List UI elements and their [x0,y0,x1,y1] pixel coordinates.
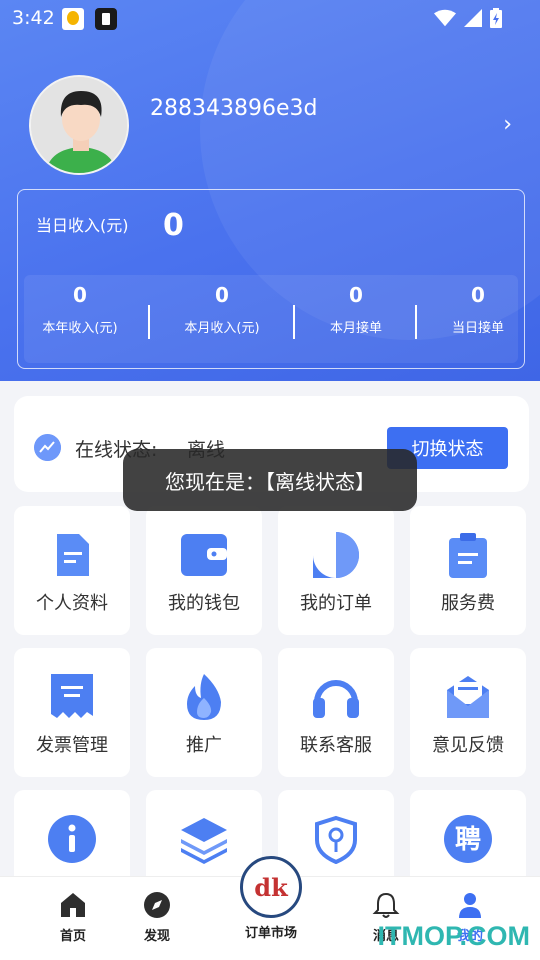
compass-icon [144,892,170,918]
nav-home[interactable]: 首页 [43,891,103,944]
toast-message: 您现在是：【离线状态】 [123,449,417,511]
income-stats: 0 本年收入(元) 0 本月收入(元) 0 本月接单 0 当日接单 [24,275,518,363]
nav-label: 发现 [143,929,170,944]
tile-label: 服务费 [441,593,495,614]
tile-promote[interactable]: 推广 [146,648,262,777]
tile-invoice[interactable]: 发票管理 [14,648,130,777]
tile-label: 意见反馈 [432,735,504,756]
nav-order-market[interactable]: 订单市场 [232,856,310,941]
wifi-icon [434,9,456,27]
tile-customer-service[interactable]: 联系客服 [278,648,394,777]
tile-orders[interactable]: 我的订单 [278,506,394,635]
nav-label: 首页 [59,929,86,944]
tile-wallet[interactable]: 我的钱包 [146,506,262,635]
recruit-icon: 聘 [444,815,492,863]
envelope-icon [447,676,489,718]
invoice-icon [51,674,93,718]
layers-icon [181,818,227,864]
notification-app2-icon [95,8,117,30]
tile-feedback[interactable]: 意见反馈 [410,648,526,777]
tile-profile[interactable]: 个人资料 [14,506,130,635]
stat-month-orders: 0 本月接单 [296,283,416,336]
flame-icon [187,674,221,720]
home-icon [61,893,85,917]
status-time: 3:42 [12,7,55,29]
stat-value: 0 [349,283,363,307]
stat-value: 0 [471,283,485,307]
order-bubble-icon [313,532,359,578]
stat-value: 0 [73,283,87,307]
nav-discover[interactable]: 发现 [127,891,187,944]
stat-label: 本年收入(元) [42,321,118,336]
chevron-right-icon[interactable]: › [503,112,512,137]
wallet-icon [181,534,227,576]
today-income-value: 0 [163,208,184,243]
status-icons [434,8,502,28]
signal-icon [464,9,482,27]
tile-label: 联系客服 [300,735,372,756]
user-icon [459,893,481,918]
tile-service-fee[interactable]: 服务费 [410,506,526,635]
today-income-label: 当日收入(元) [36,216,129,235]
stat-label: 本月接单 [329,321,382,336]
stat-today-orders: 0 当日接单 [418,283,538,336]
stat-divider [415,305,417,339]
stat-year-income: 0 本年收入(元) [20,283,140,336]
tile-label: 发票管理 [36,735,108,756]
battery-icon [490,8,502,28]
recruit-glyph: 聘 [455,825,481,855]
stat-label: 本月收入(元) [184,321,260,336]
document-icon [57,534,89,576]
tile-label: 推广 [186,735,222,756]
watermark: ITMOP.COM [377,921,530,951]
info-icon [48,815,96,863]
avatar-person-icon [31,77,127,173]
income-panel: 当日收入(元) 0 0 本年收入(元) 0 本月收入(元) 0 本月接单 0 当… [17,189,525,369]
username[interactable]: 288343896e3d [150,96,317,121]
trend-chart-icon [34,434,61,461]
stat-month-income: 0 本月收入(元) [162,283,282,336]
order-market-logo-icon [240,856,302,918]
nav-label: 订单市场 [244,926,297,941]
tile-label: 我的订单 [300,593,372,614]
stat-divider [293,305,295,339]
notification-app-icon [62,8,84,30]
status-bar: 3:42 [0,0,540,38]
clipboard-icon [449,533,487,578]
stat-divider [148,305,150,339]
stat-label: 当日接单 [451,321,504,336]
bell-icon [372,892,400,918]
shield-key-icon [315,815,357,864]
avatar[interactable] [29,75,129,175]
tile-label: 个人资料 [36,593,108,614]
tile-label: 我的钱包 [168,593,240,614]
stat-value: 0 [215,283,229,307]
headset-icon [313,680,359,718]
